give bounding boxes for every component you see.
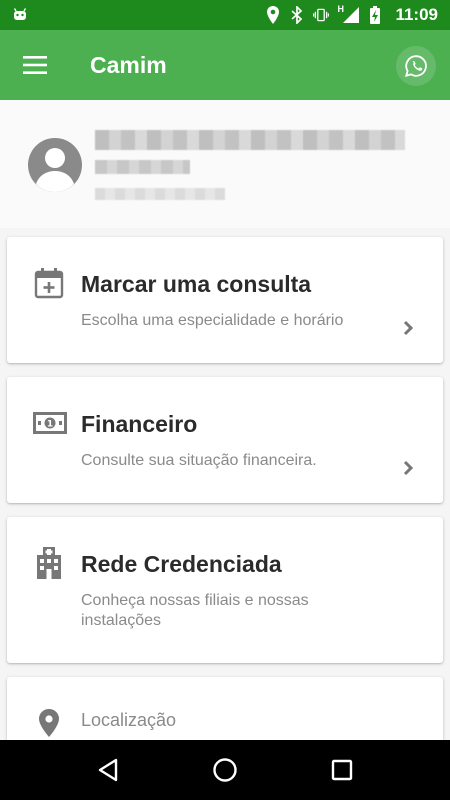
calendar-add-icon: [33, 267, 65, 299]
card-title: Marcar uma consulta: [81, 271, 312, 297]
network-type-label: H: [337, 4, 344, 14]
recents-square-icon: [331, 759, 352, 781]
menu-button[interactable]: [0, 30, 70, 100]
location-pin-icon: [33, 707, 65, 739]
card-subtitle: Consulte sua situação financeira.: [81, 452, 317, 469]
card-title: Rede Credenciada: [81, 551, 282, 577]
avatar: [28, 138, 82, 192]
card-financeiro[interactable]: 1 Financeiro Consulte sua situação finan…: [7, 377, 443, 503]
user-avatar-icon: [36, 148, 74, 192]
bluetooth-icon: [289, 6, 305, 24]
card-subtitle: Escolha uma especialidade e horário: [81, 312, 344, 329]
vibrate-icon: [313, 7, 330, 23]
profile-name-redacted-2: [95, 160, 190, 174]
signal-icon: H: [337, 4, 360, 23]
profile-name-redacted: [95, 130, 405, 150]
card-title: Financeiro: [81, 411, 198, 437]
card-subtitle: Conheça nossas filiais e nossas instalaç…: [81, 592, 309, 629]
profile-header: [0, 100, 450, 228]
home-circle-icon: [213, 758, 237, 782]
hospital-icon: [33, 547, 65, 579]
status-time: 11:09: [395, 5, 438, 24]
location-icon: [265, 6, 281, 24]
app-title: Camim: [90, 51, 167, 78]
navigation-bar: [0, 740, 450, 800]
app-bar: Camim: [0, 30, 450, 100]
money-icon: 1: [33, 407, 67, 439]
location-label: Localização: [81, 710, 177, 730]
back-triangle-icon: [99, 758, 118, 782]
card-marcar-consulta[interactable]: Marcar uma consulta Escolha uma especial…: [7, 237, 443, 363]
card-rede-credenciada[interactable]: Rede Credenciada Conheça nossas filiais …: [7, 517, 443, 663]
home-button[interactable]: [200, 745, 250, 795]
status-bar: H 11:09: [0, 0, 450, 30]
battery-icon: [367, 6, 383, 24]
recents-button[interactable]: [317, 745, 367, 795]
whatsapp-icon: [405, 55, 427, 77]
chevron-right-icon: [403, 320, 414, 336]
android-debug-icon: [12, 7, 28, 23]
hamburger-menu-icon: [23, 56, 47, 74]
back-button[interactable]: [83, 745, 133, 795]
whatsapp-button[interactable]: [396, 46, 436, 86]
profile-subtitle-redacted: [95, 188, 225, 200]
chevron-right-icon: [403, 460, 414, 476]
svg-text:1: 1: [47, 420, 53, 430]
